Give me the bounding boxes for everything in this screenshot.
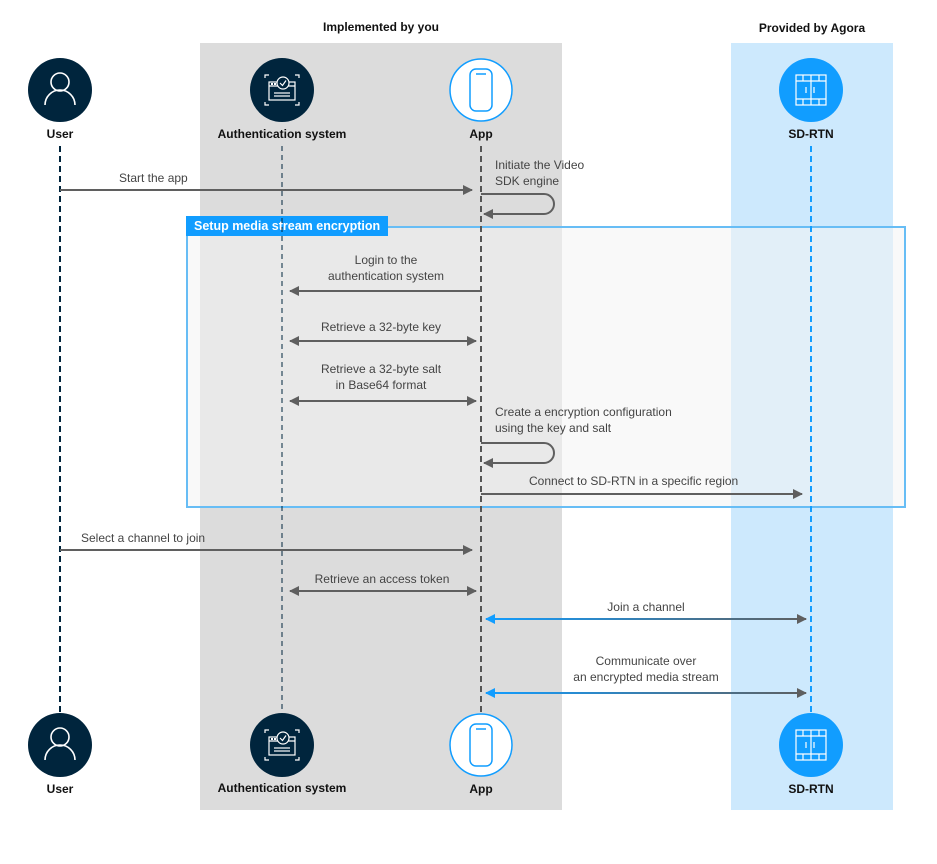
message-label-retrieve-key: Retrieve a 32-byte key — [320, 320, 442, 334]
authentication-screen-icon — [250, 713, 314, 777]
init-engine-self-arrow — [481, 193, 555, 219]
create-config-self-arrow — [481, 442, 555, 468]
message-label-line: in Base64 format — [335, 378, 427, 392]
smartphone-icon — [449, 713, 513, 777]
actor-label-sdrtn-bottom: SD-RTN — [788, 782, 834, 796]
message-label-retrieve-salt: Retrieve a 32-byte salt in Base64 format — [281, 361, 481, 393]
actor-label-auth-bottom: Authentication system — [217, 781, 347, 795]
message-label-start-app: Start the app — [119, 171, 188, 185]
actor-label-sdrtn-top: SD-RTN — [788, 127, 834, 141]
message-label-init-engine: Initiate the Video SDK engine — [495, 157, 584, 189]
message-label-line: Login to the — [354, 253, 418, 267]
message-label-communicate: Communicate over an encrypted media stre… — [546, 653, 746, 685]
user-icon — [28, 58, 92, 122]
actor-label-app-bottom: App — [469, 782, 493, 796]
message-label-line: SDK engine — [495, 174, 560, 188]
message-label-connect-sdrtn: Connect to SD-RTN in a specific region — [529, 474, 739, 488]
actor-label-auth-top: Authentication system — [217, 127, 347, 141]
actor-label-user-bottom: User — [46, 782, 74, 796]
message-label-line: Retrieve a 32-byte salt — [320, 362, 442, 376]
server-rack-icon — [779, 58, 843, 122]
smartphone-icon — [449, 58, 513, 122]
server-rack-icon — [779, 713, 843, 777]
message-label-line: an encrypted media stream — [573, 670, 719, 684]
message-label-line: authentication system — [327, 269, 445, 283]
message-label-retrieve-token: Retrieve an access token — [314, 572, 450, 586]
message-label-line: Create a encryption configuration — [495, 405, 672, 419]
message-label-line: using the key and salt — [495, 421, 612, 435]
user-icon — [28, 713, 92, 777]
message-label-login: Login to the authentication system — [286, 252, 486, 284]
message-label-join-channel: Join a channel — [607, 600, 685, 614]
message-label-select-channel: Select a channel to join — [81, 531, 206, 545]
message-label-line: Communicate over — [595, 654, 697, 668]
authentication-screen-icon — [250, 58, 314, 122]
actor-label-app-top: App — [469, 127, 493, 141]
message-label-line: Initiate the Video — [495, 158, 585, 172]
actor-label-user-top: User — [46, 127, 74, 141]
message-label-create-config: Create a encryption configuration using … — [495, 404, 672, 436]
